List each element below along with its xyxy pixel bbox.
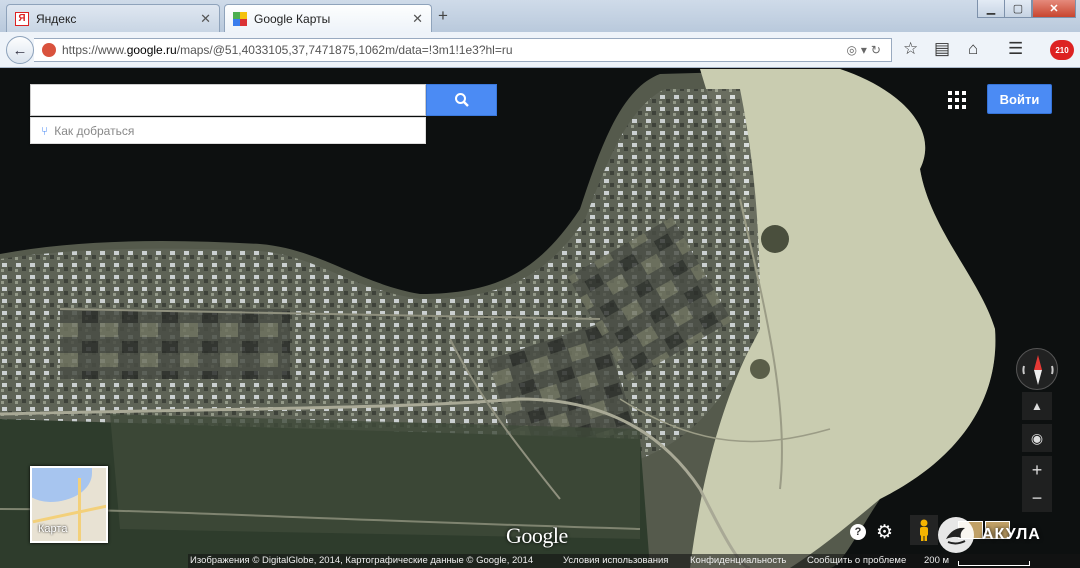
bookmark-star-icon[interactable]: ☆ [903, 39, 918, 59]
home-icon[interactable]: ⌂ [968, 39, 978, 59]
url-text: https://www.google.ru/maps/@51,4033105,3… [62, 43, 513, 57]
watermark-text: АКУЛА [982, 526, 1041, 543]
tab-label: Google Карты [254, 11, 331, 26]
minimize-button[interactable]: ▁ [977, 0, 1005, 18]
minimap-water [32, 468, 92, 502]
tab-label: Яндекс [36, 11, 77, 26]
terms-link[interactable]: Условия использования [563, 555, 668, 566]
directions-label: Как добраться [54, 123, 135, 138]
reader-dropdown-reload-icons[interactable]: ◎▾↻ [846, 43, 885, 57]
map-footer: Изображения © DigitalGlobe, 2014, Картог… [0, 554, 1080, 568]
back-arrow-icon[interactable]: ← [6, 36, 34, 64]
zoom-out-button[interactable]: − [1022, 484, 1052, 512]
apps-grid-icon[interactable] [948, 91, 966, 109]
directions-link[interactable]: ⑂ Как добраться [30, 117, 426, 144]
help-icon[interactable]: ? [850, 524, 866, 540]
minimap-road [32, 503, 106, 524]
search-input[interactable] [30, 84, 426, 116]
tab-yandex[interactable]: Я Яндекс ✕ [6, 4, 220, 32]
watermark: АКУЛА [938, 517, 1041, 553]
maximize-button[interactable]: ▢ [1004, 0, 1032, 18]
close-icon[interactable]: ✕ [412, 11, 423, 27]
menu-icon[interactable]: ☰ [1008, 39, 1023, 59]
new-tab-button[interactable]: + [438, 6, 448, 26]
notification-badge[interactable]: 210 [1050, 40, 1074, 60]
scale-bar [958, 561, 1030, 566]
navigation-bar: ← https://www.google.ru/maps/@51,4033105… [0, 32, 1080, 68]
tab-strip: Я Яндекс ✕ Google Карты ✕ + ▁ ▢ ✕ [0, 0, 1080, 32]
clipboard-icon[interactable]: ▤ [934, 39, 950, 59]
tab-google-maps[interactable]: Google Карты ✕ [224, 4, 432, 32]
my-location-button[interactable]: ◉ [1022, 424, 1052, 452]
address-bar[interactable]: https://www.google.ru/maps/@51,4033105,3… [34, 38, 892, 62]
privacy-link[interactable]: Конфиденциальность [690, 555, 786, 566]
scale-label[interactable]: 200 м [924, 555, 949, 566]
pegman-street-view[interactable] [910, 515, 938, 545]
window-close-button[interactable]: ✕ [1032, 0, 1076, 18]
sign-in-button[interactable]: Войти [987, 84, 1052, 114]
browser-window: Я Яндекс ✕ Google Карты ✕ + ▁ ▢ ✕ ← http… [0, 0, 1080, 568]
search-button[interactable] [426, 84, 497, 116]
close-icon[interactable]: ✕ [200, 11, 211, 27]
tilt-icon: ▲ [1031, 399, 1043, 413]
imagery-attribution: Изображения © DigitalGlobe, 2014, Картог… [190, 555, 534, 566]
report-problem-link[interactable]: Сообщить о проблеме [807, 555, 906, 566]
map-canvas[interactable]: ⑂ Как добраться Войти ▲ ◉ + − Карта Goog… [0, 69, 1080, 568]
yandex-icon: Я [15, 11, 29, 26]
site-identity-icon[interactable] [42, 43, 56, 57]
compass-rotate-control[interactable] [1016, 348, 1058, 390]
map-type-toggle[interactable]: Карта [30, 466, 108, 543]
minimap-label: Карта [38, 523, 68, 535]
search-icon [454, 93, 469, 107]
compass-icon [1022, 355, 1054, 385]
google-logo: Google [506, 523, 568, 548]
google-maps-icon [233, 11, 247, 26]
zoom-in-button[interactable]: + [1022, 456, 1052, 484]
shark-logo-icon [938, 517, 974, 553]
pegman-icon [920, 519, 928, 541]
minimap-road [78, 478, 81, 541]
directions-icon: ⑂ [41, 123, 49, 138]
gear-icon[interactable]: ⚙ [876, 521, 893, 544]
location-target-icon: ◉ [1030, 429, 1044, 446]
tilt-3d-button[interactable]: ▲ [1022, 392, 1052, 420]
